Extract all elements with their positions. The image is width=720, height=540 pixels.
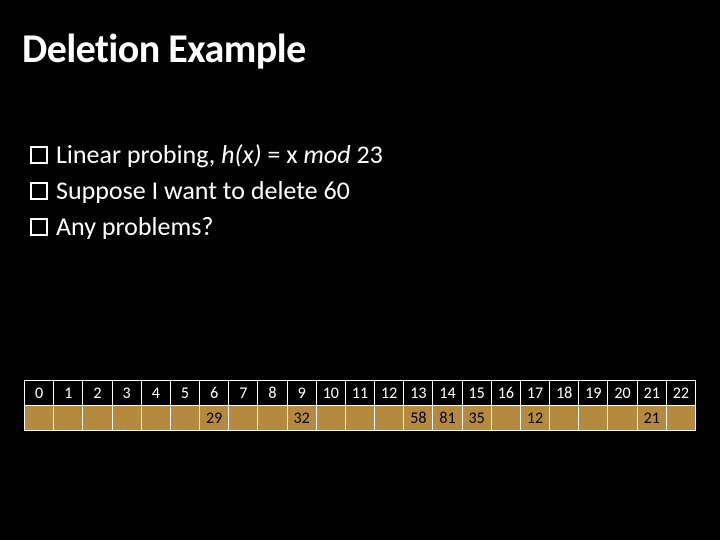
idx-cell: 17 (520, 381, 549, 406)
val-cell: 29 (200, 406, 229, 431)
val-cell: 12 (520, 406, 549, 431)
value-row: 29 32 58 81 35 12 21 (25, 406, 696, 431)
bullet-1-mod: mod (303, 138, 350, 170)
val-cell: 81 (433, 406, 462, 431)
idx-cell: 14 (433, 381, 462, 406)
val-cell: 58 (404, 406, 433, 431)
hash-table-grid: 0 1 2 3 4 5 6 7 8 9 10 11 12 13 14 15 16… (24, 380, 696, 431)
val-cell (608, 406, 637, 431)
val-cell (345, 406, 374, 431)
val-cell (666, 406, 695, 431)
idx-cell: 1 (54, 381, 83, 406)
val-cell: 32 (287, 406, 316, 431)
bullet-1-pre: Linear probing, (56, 138, 221, 170)
idx-cell: 22 (666, 381, 695, 406)
idx-cell: 21 (637, 381, 666, 406)
val-cell (258, 406, 287, 431)
val-cell (112, 406, 141, 431)
idx-cell: 8 (258, 381, 287, 406)
idx-cell: 6 (200, 381, 229, 406)
bullet-1-fn: h(x) (221, 138, 261, 170)
bullet-box-icon (30, 146, 48, 164)
bullet-3-text: Any problems? (56, 210, 690, 244)
idx-cell: 2 (83, 381, 112, 406)
slide-body: Linear probing, h(x) = x mod 23 Suppose … (30, 138, 690, 245)
bullet-2: Suppose I want to delete 60 (30, 174, 690, 208)
val-cell (229, 406, 258, 431)
idx-cell: 20 (608, 381, 637, 406)
idx-cell: 16 (491, 381, 520, 406)
val-cell (375, 406, 404, 431)
bullet-1-text: Linear probing, h(x) = x mod 23 (56, 138, 690, 172)
slide: Deletion Example Linear probing, h(x) = … (0, 0, 720, 540)
val-cell: 35 (462, 406, 491, 431)
val-cell (491, 406, 520, 431)
val-cell (579, 406, 608, 431)
index-row: 0 1 2 3 4 5 6 7 8 9 10 11 12 13 14 15 16… (25, 381, 696, 406)
bullet-3: Any problems? (30, 210, 690, 244)
bullet-box-icon (30, 182, 48, 200)
idx-cell: 5 (170, 381, 199, 406)
hash-table: 0 1 2 3 4 5 6 7 8 9 10 11 12 13 14 15 16… (24, 380, 696, 431)
val-cell (25, 406, 54, 431)
val-cell (170, 406, 199, 431)
bullet-box-icon (30, 218, 48, 236)
idx-cell: 0 (25, 381, 54, 406)
idx-cell: 3 (112, 381, 141, 406)
bullet-1-post: 23 (351, 138, 383, 170)
idx-cell: 13 (404, 381, 433, 406)
idx-cell: 7 (229, 381, 258, 406)
idx-cell: 11 (345, 381, 374, 406)
idx-cell: 10 (316, 381, 345, 406)
idx-cell: 19 (579, 381, 608, 406)
val-cell (83, 406, 112, 431)
idx-cell: 12 (375, 381, 404, 406)
slide-title: Deletion Example (22, 24, 306, 73)
idx-cell: 18 (550, 381, 579, 406)
val-cell (316, 406, 345, 431)
val-cell (141, 406, 170, 431)
val-cell: 21 (637, 406, 666, 431)
bullet-1-mid: = x (262, 138, 304, 170)
bullet-1: Linear probing, h(x) = x mod 23 (30, 138, 690, 172)
idx-cell: 4 (141, 381, 170, 406)
val-cell (54, 406, 83, 431)
bullet-2-text: Suppose I want to delete 60 (56, 174, 690, 208)
val-cell (550, 406, 579, 431)
idx-cell: 15 (462, 381, 491, 406)
idx-cell: 9 (287, 381, 316, 406)
